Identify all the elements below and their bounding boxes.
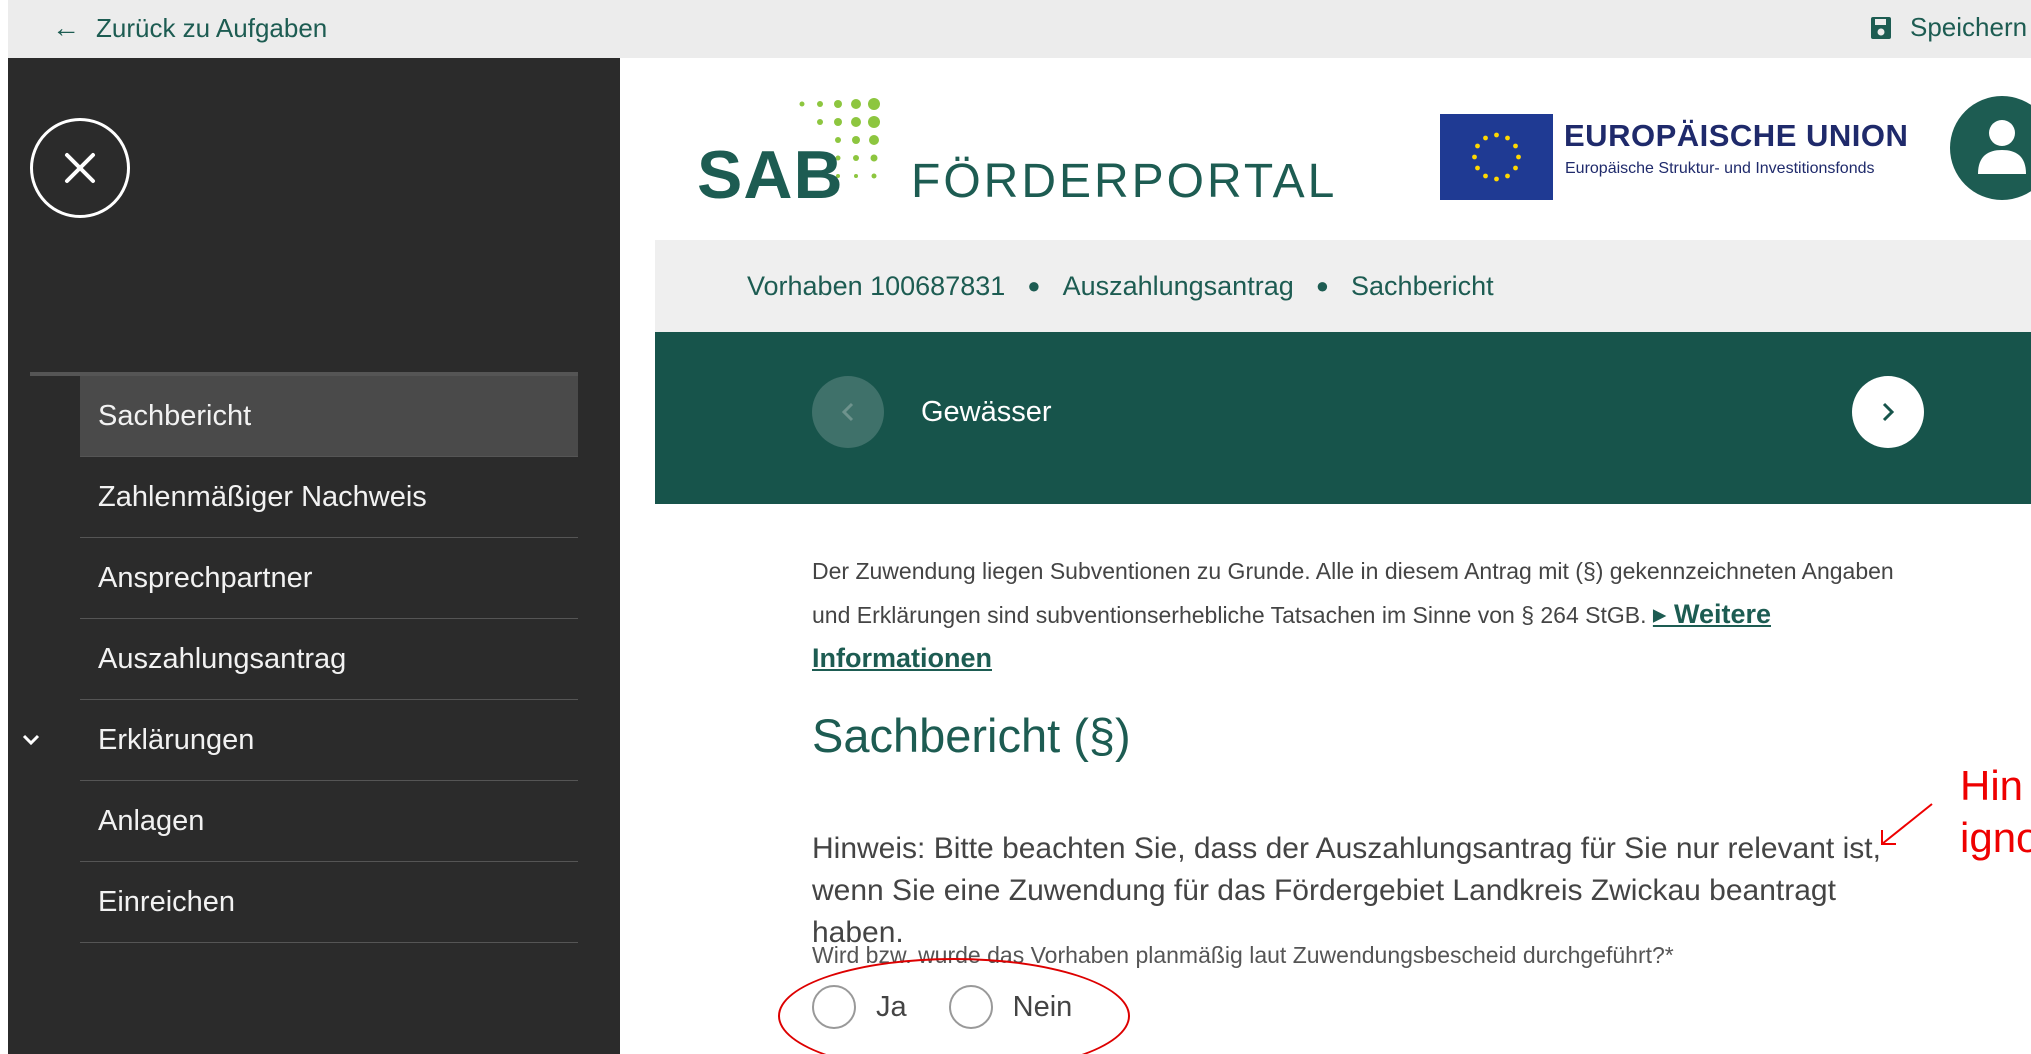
top-bar: ← Zurück zu Aufgaben Speichern xyxy=(8,0,2031,58)
hint-text: Hinweis: Bitte beachten Sie, dass der Au… xyxy=(812,832,1881,949)
close-icon xyxy=(65,153,95,183)
section-title: Gewässer xyxy=(921,396,1052,428)
eu-logo: EUROPÄISCHE UNION Europäische Struktur- … xyxy=(1440,114,1930,202)
sidebar-item-einreichen[interactable]: Einreichen xyxy=(80,862,578,943)
sidebar-item-ansprechpartner[interactable]: Ansprechpartner xyxy=(80,538,578,619)
sidebar-item-sachbericht[interactable]: Sachbericht xyxy=(80,376,578,457)
sidebar-item-label: Auszahlungsantrag xyxy=(98,642,347,675)
user-icon xyxy=(1978,120,2026,174)
logo-portal-text: FÖRDERPORTAL xyxy=(911,155,1338,208)
eu-flag-icon xyxy=(1440,114,1553,200)
sidebar: Sachbericht Zahlenmäßiger Nachweis Anspr… xyxy=(8,58,620,1054)
annotation-arrow-icon xyxy=(1881,803,1933,845)
breadcrumb-item[interactable]: Auszahlungsantrag xyxy=(1063,271,1294,302)
sidebar-item-label: Anlagen xyxy=(98,804,205,837)
breadcrumb-separator: ● xyxy=(1027,273,1041,298)
sidebar-item-auszahlungsantrag[interactable]: Auszahlungsantrag xyxy=(80,619,578,700)
chevron-left-icon xyxy=(841,402,854,422)
eu-title: EUROPÄISCHE UNION xyxy=(1564,118,1909,153)
sidebar-item-label: Einreichen xyxy=(98,885,236,918)
previous-section-button[interactable] xyxy=(812,376,884,448)
save-button[interactable]: Speichern xyxy=(1870,12,2027,43)
sidebar-item-anlagen[interactable]: Anlagen xyxy=(80,781,578,862)
logo-sab-text: SAB xyxy=(697,137,844,213)
sidebar-item-label: Ansprechpartner xyxy=(98,561,313,594)
chevron-down-icon[interactable] xyxy=(20,729,42,751)
subsidy-notice: Der Zuwendung liegen Subventionen zu Gru… xyxy=(812,550,1912,681)
breadcrumb-item[interactable]: Sachbericht xyxy=(1351,271,1494,302)
user-account-button[interactable] xyxy=(1950,96,2031,200)
annotation-ellipse xyxy=(778,958,1130,1054)
section-navigation-bar: Gewässer xyxy=(655,332,2031,504)
sidebar-item-zahlenmaessiger-nachweis[interactable]: Zahlenmäßiger Nachweis xyxy=(80,457,578,538)
sidebar-item-erklaerungen[interactable]: Erklärungen xyxy=(22,700,578,781)
floppy-disk-icon xyxy=(1871,16,1891,39)
sidebar-nav: Sachbericht Zahlenmäßiger Nachweis Anspr… xyxy=(22,376,578,943)
breadcrumb: Vorhaben 100687831 ● Auszahlungsantrag ●… xyxy=(655,240,2031,332)
sidebar-item-label: Erklärungen xyxy=(98,723,255,756)
save-label: Speichern xyxy=(1910,12,2028,42)
breadcrumb-item[interactable]: Vorhaben 100687831 xyxy=(747,271,1005,302)
annotation-text: Hin igno xyxy=(1960,760,2031,864)
sidebar-item-label: Zahlenmäßiger Nachweis xyxy=(98,480,427,513)
annotation-line: Hin xyxy=(1960,762,2024,809)
eu-subtitle: Europäische Struktur- und Investitionsfo… xyxy=(1565,160,1875,177)
sab-foerderportal-logo[interactable]: SAB FÖRDERPORTAL xyxy=(697,96,1334,213)
breadcrumb-separator: ● xyxy=(1315,273,1330,298)
arrow-left-icon: ← xyxy=(52,12,80,43)
page-title: Sachbericht (§) xyxy=(812,709,1131,762)
sidebar-item-label: Sachbericht xyxy=(98,399,252,432)
annotation-line: igno xyxy=(1960,814,2031,861)
back-to-tasks-link[interactable]: ← Zurück zu Aufgaben xyxy=(52,12,327,44)
back-link-label: Zurück zu Aufgaben xyxy=(96,12,328,43)
next-section-button[interactable] xyxy=(1852,376,1924,448)
chevron-right-icon xyxy=(1882,402,1895,422)
close-sidebar-button[interactable] xyxy=(30,118,130,218)
